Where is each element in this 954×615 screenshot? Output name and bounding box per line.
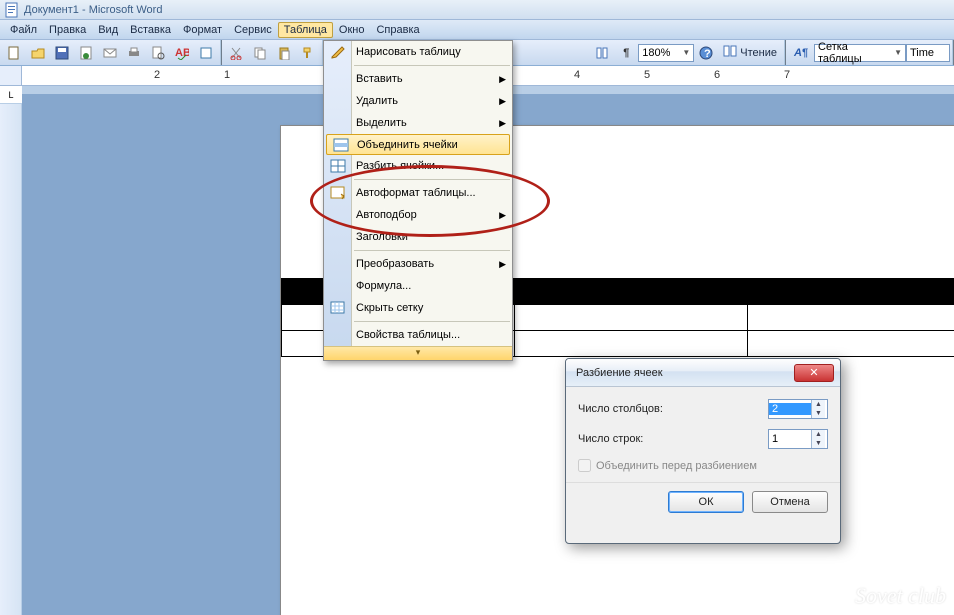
title-bar: Документ1 - Microsoft Word	[0, 0, 954, 20]
menu-autofit[interactable]: Автоподбор ▶	[324, 204, 512, 226]
pencil-icon	[328, 43, 348, 61]
menu-split-cells[interactable]: Разбить ячейки...	[324, 155, 512, 177]
submenu-arrow-icon: ▶	[499, 96, 506, 107]
table-menu-dropdown: Нарисовать таблицу Вставить ▶ Удалить ▶ …	[323, 40, 513, 361]
style-aa-icon[interactable]: A¶	[789, 43, 813, 63]
print-button[interactable]	[123, 43, 145, 63]
dialog-close-button[interactable]: ✕	[794, 364, 834, 382]
menu-tools[interactable]: Сервис	[228, 22, 278, 38]
vertical-ruler: L	[0, 86, 22, 615]
submenu-arrow-icon: ▶	[499, 210, 506, 221]
spellcheck-button[interactable]: ABC	[171, 43, 193, 63]
ruler-tick: 7	[752, 69, 822, 81]
font-dropdown[interactable]: Time	[906, 44, 950, 62]
ok-button[interactable]: ОК	[668, 491, 744, 513]
menu-view[interactable]: Вид	[92, 22, 124, 38]
zoom-value: 180%	[642, 47, 670, 59]
ruler-tick	[262, 69, 332, 81]
merge-cells-icon	[331, 136, 351, 154]
menu-delete[interactable]: Удалить ▶	[324, 90, 512, 112]
ruler-tick: 6	[682, 69, 752, 81]
rows-spinner[interactable]: ▲▼	[768, 429, 828, 449]
zoom-dropdown-arrow: ▼	[682, 48, 690, 57]
menu-headings[interactable]: Заголовки	[324, 226, 512, 248]
menu-expand-button[interactable]	[324, 346, 512, 360]
ruler-corner	[0, 66, 22, 85]
menu-help[interactable]: Справка	[370, 22, 425, 38]
menu-file[interactable]: Файл	[4, 22, 43, 38]
menu-autoformat[interactable]: Автоформат таблицы...	[324, 182, 512, 204]
dialog-titlebar[interactable]: Разбиение ячеек ✕	[566, 359, 840, 387]
grid-icon	[328, 299, 348, 317]
submenu-arrow-icon: ▶	[499, 118, 506, 129]
ruler-tick: 4	[542, 69, 612, 81]
cut-button[interactable]	[225, 43, 247, 63]
paste-button[interactable]	[273, 43, 295, 63]
menu-formula[interactable]: Формула...	[324, 275, 512, 297]
submenu-arrow-icon: ▶	[499, 74, 506, 85]
cancel-button[interactable]: Отмена	[752, 491, 828, 513]
research-button[interactable]	[195, 43, 217, 63]
ruler-tick: 1	[192, 69, 262, 81]
menu-draw-table[interactable]: Нарисовать таблицу	[324, 41, 512, 63]
split-cells-icon	[328, 157, 348, 175]
menu-bar: Файл Правка Вид Вставка Формат Сервис Та…	[0, 20, 954, 40]
ruler-tick: 2	[122, 69, 192, 81]
merge-before-label: Объединить перед разбиением	[596, 460, 757, 472]
dialog-title: Разбиение ячеек	[576, 367, 663, 379]
word-document-icon	[4, 2, 20, 18]
cols-input[interactable]	[769, 403, 811, 415]
autoformat-icon	[328, 184, 348, 202]
document-title: Документ1 - Microsoft Word	[24, 4, 162, 16]
submenu-arrow-icon: ▶	[499, 259, 506, 270]
menu-merge-cells[interactable]: Объединить ячейки	[326, 134, 510, 155]
open-button[interactable]	[27, 43, 49, 63]
split-cells-dialog: Разбиение ячеек ✕ Число столбцов: ▲▼ Чис…	[565, 358, 841, 544]
cols-spinner[interactable]: ▲▼	[768, 399, 828, 419]
spin-down-icon[interactable]: ▼	[812, 409, 825, 418]
svg-text:?: ?	[704, 48, 711, 60]
menu-table[interactable]: Таблица	[278, 22, 333, 38]
style-dropdown-arrow: ▼	[894, 48, 902, 57]
style-value: Сетка таблицы	[818, 41, 894, 65]
menu-window[interactable]: Окно	[333, 22, 371, 38]
columns-button[interactable]	[591, 43, 613, 63]
menu-select[interactable]: Выделить ▶	[324, 112, 512, 134]
svg-text:ABC: ABC	[175, 47, 189, 59]
copy-button[interactable]	[249, 43, 271, 63]
spin-up-icon[interactable]: ▲	[812, 430, 825, 439]
menu-format[interactable]: Формат	[177, 22, 228, 38]
print-preview-button[interactable]	[147, 43, 169, 63]
menu-insert[interactable]: Вставить ▶	[324, 68, 512, 90]
ruler-tick: 5	[612, 69, 682, 81]
close-icon: ✕	[809, 366, 818, 379]
show-paragraph-button[interactable]: ¶	[615, 43, 637, 63]
new-doc-button[interactable]	[3, 43, 25, 63]
book-icon	[723, 45, 737, 60]
format-painter-button[interactable]	[297, 43, 319, 63]
mail-button[interactable]	[99, 43, 121, 63]
cols-label: Число столбцов:	[578, 403, 768, 415]
menu-table-properties[interactable]: Свойства таблицы...	[324, 324, 512, 346]
help-button[interactable]: ?	[695, 43, 717, 63]
menu-convert[interactable]: Преобразовать ▶	[324, 253, 512, 275]
zoom-dropdown[interactable]: 180% ▼	[638, 44, 694, 62]
watermark: Sovet club	[855, 583, 946, 609]
spin-up-icon[interactable]: ▲	[812, 400, 825, 409]
permissions-button[interactable]	[75, 43, 97, 63]
rows-input[interactable]	[769, 433, 811, 445]
style-dropdown[interactable]: Сетка таблицы ▼	[814, 44, 906, 62]
menu-edit[interactable]: Правка	[43, 22, 92, 38]
menu-hide-grid[interactable]: Скрыть сетку	[324, 297, 512, 319]
font-value: Time	[910, 47, 934, 59]
save-button[interactable]	[51, 43, 73, 63]
rows-label: Число строк:	[578, 433, 768, 445]
spin-down-icon[interactable]: ▼	[812, 439, 825, 448]
merge-before-checkbox	[578, 459, 591, 472]
reading-mode-button[interactable]: Чтение	[718, 43, 782, 63]
menu-insert[interactable]: Вставка	[124, 22, 177, 38]
